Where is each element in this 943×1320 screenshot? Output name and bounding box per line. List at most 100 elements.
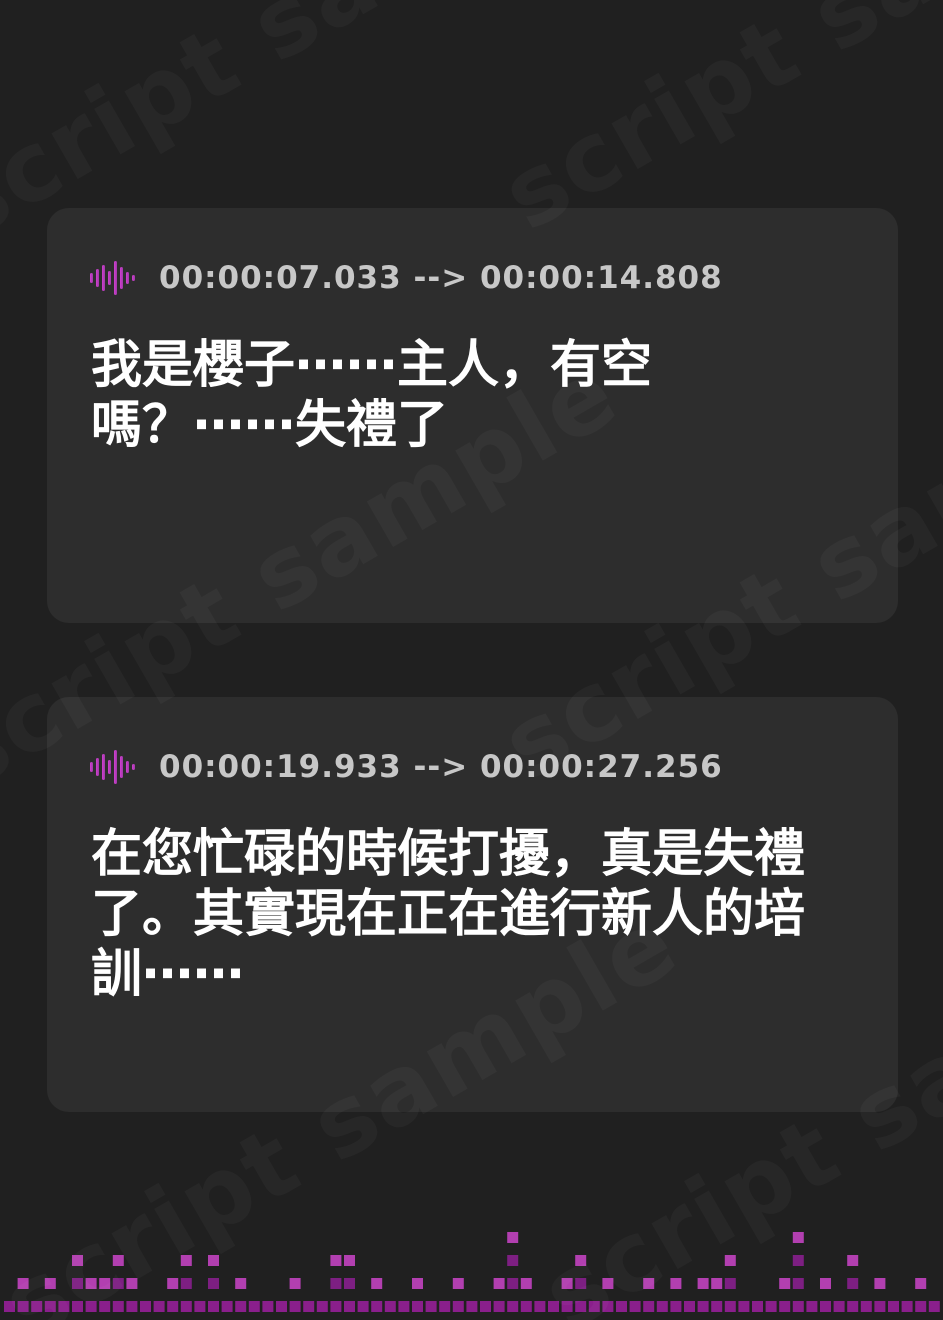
- equalizer-block: [711, 1301, 723, 1312]
- equalizer-block: [928, 1301, 940, 1312]
- equalizer-block: [656, 1301, 668, 1312]
- equalizer-block: [208, 1278, 219, 1289]
- equalizer-block: [792, 1255, 804, 1266]
- equalizer-block: [194, 1301, 206, 1312]
- equalizer-block: [697, 1301, 709, 1312]
- equalizer-block: [820, 1278, 831, 1289]
- equalizer-block: [629, 1301, 641, 1312]
- sound-wave-icon: [90, 750, 135, 784]
- equalizer-block: [915, 1301, 927, 1312]
- equalizer-block: [724, 1278, 736, 1289]
- equalizer-block: [221, 1301, 233, 1312]
- equalizer-block: [588, 1301, 600, 1312]
- equalizer-block: [44, 1278, 56, 1289]
- equalizer-block: [180, 1255, 192, 1266]
- equalizer-block: [507, 1232, 519, 1243]
- equalizer-decoration: [4, 1232, 940, 1312]
- equalizer-block: [357, 1301, 369, 1312]
- equalizer-block: [520, 1278, 532, 1289]
- equalizer-block: [534, 1301, 546, 1312]
- equalizer-block: [697, 1278, 709, 1289]
- equalizer-block: [480, 1301, 491, 1312]
- equalizer-block: [167, 1301, 179, 1312]
- equalizer-block: [507, 1301, 519, 1312]
- equalizer-block: [724, 1301, 736, 1312]
- equalizer-block: [112, 1301, 124, 1312]
- equalizer-block: [820, 1301, 831, 1312]
- cue-timestamp: 00:00:19.933 --> 00:00:27.256: [159, 749, 723, 785]
- equalizer-block: [126, 1278, 138, 1289]
- equalizer-block: [330, 1301, 342, 1312]
- equalizer-block: [153, 1301, 165, 1312]
- equalizer-block: [412, 1301, 423, 1312]
- equalizer-block: [289, 1301, 301, 1312]
- equalizer-block: [99, 1301, 111, 1312]
- equalizer-block: [466, 1301, 478, 1312]
- equalizer-block: [561, 1278, 573, 1289]
- equalizer-block: [888, 1301, 899, 1312]
- equalizer-block: [208, 1301, 219, 1312]
- equalizer-block: [874, 1278, 886, 1289]
- equalizer-block: [493, 1278, 505, 1289]
- equalizer-block: [915, 1278, 927, 1289]
- equalizer-block: [248, 1301, 260, 1312]
- equalizer-block: [112, 1255, 124, 1266]
- equalizer-block: [520, 1301, 532, 1312]
- equalizer-block: [765, 1301, 777, 1312]
- equalizer-block: [806, 1301, 818, 1312]
- cue-header: 00:00:07.033 --> 00:00:14.808: [89, 258, 723, 298]
- equalizer-block: [847, 1255, 859, 1266]
- equalizer-block: [58, 1301, 70, 1312]
- equalizer-block: [779, 1278, 791, 1289]
- equalizer-block: [425, 1301, 437, 1312]
- equalizer-block: [792, 1278, 804, 1289]
- equalizer-block: [44, 1301, 56, 1312]
- subtitle-cue-card: 00:00:07.033 --> 00:00:14.808 我是櫻子⋯⋯主人，有…: [47, 208, 898, 623]
- equalizer-block: [235, 1301, 247, 1312]
- equalizer-block: [72, 1255, 83, 1266]
- equalizer-block: [616, 1301, 627, 1312]
- equalizer-block: [17, 1278, 29, 1289]
- equalizer-block: [752, 1301, 763, 1312]
- equalizer-block: [398, 1301, 410, 1312]
- equalizer-block: [643, 1278, 655, 1289]
- equalizer-block: [575, 1301, 587, 1312]
- equalizer-block: [330, 1278, 342, 1289]
- equalizer-block: [262, 1301, 274, 1312]
- equalizer-block: [72, 1301, 83, 1312]
- equalizer-block: [792, 1232, 804, 1243]
- equalizer-block: [779, 1301, 791, 1312]
- equalizer-block: [371, 1301, 383, 1312]
- equalizer-block: [140, 1301, 151, 1312]
- equalizer-block: [847, 1278, 859, 1289]
- equalizer-block: [344, 1255, 355, 1266]
- equalizer-block: [235, 1278, 247, 1289]
- equalizer-block: [452, 1278, 464, 1289]
- equalizer-block: [31, 1301, 43, 1312]
- equalizer-block: [99, 1278, 111, 1289]
- equalizer-block: [602, 1301, 614, 1312]
- equalizer-block: [670, 1301, 682, 1312]
- equalizer-block: [724, 1255, 736, 1266]
- subtitle-cue-card: 00:00:19.933 --> 00:00:27.256 在您忙碌的時候打擾，…: [47, 697, 898, 1112]
- equalizer-block: [208, 1255, 219, 1266]
- equalizer-block: [167, 1278, 179, 1289]
- cue-text: 在您忙碌的時候打擾，真是失禮了。其實現在正在進行新人的培訓⋯⋯: [91, 825, 806, 1004]
- equalizer-block: [901, 1301, 913, 1312]
- equalizer-block: [561, 1301, 573, 1312]
- equalizer-block: [575, 1278, 587, 1289]
- equalizer-block: [289, 1278, 301, 1289]
- equalizer-block: [371, 1278, 383, 1289]
- equalizer-block: [4, 1301, 15, 1312]
- equalizer-block: [126, 1301, 138, 1312]
- equalizer-block: [112, 1278, 124, 1289]
- equalizer-block: [602, 1278, 614, 1289]
- equalizer-block: [439, 1301, 451, 1312]
- equalizer-block: [847, 1301, 859, 1312]
- equalizer-block: [17, 1301, 29, 1312]
- equalizer-block: [344, 1301, 355, 1312]
- equalizer-block: [792, 1301, 804, 1312]
- equalizer-block: [670, 1278, 682, 1289]
- equalizer-block: [684, 1301, 695, 1312]
- equalizer-block: [874, 1301, 886, 1312]
